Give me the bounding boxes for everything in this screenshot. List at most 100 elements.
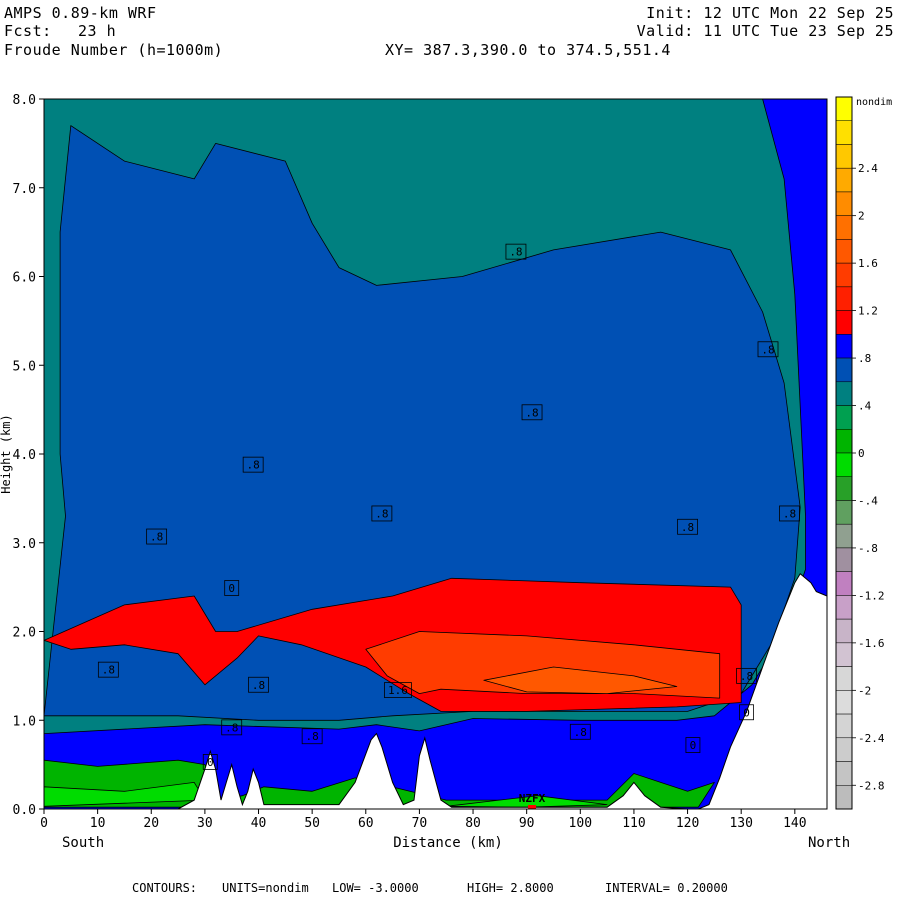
- colorbar-band: [835, 500, 853, 525]
- colorbar-tick-label: -1.6: [858, 637, 885, 650]
- contour-label: 0: [743, 706, 750, 719]
- colorbar-band: [835, 120, 853, 145]
- colorbar-band: [835, 571, 853, 596]
- footer-units: UNITS=nondim: [222, 881, 309, 895]
- x-tick-label: 30: [197, 816, 213, 831]
- contour-label: .8: [783, 507, 796, 520]
- froude-number-cross-section: NZFX.8.8.8.8.8.8.8.8.8.8.8.8.8.81.600000…: [0, 93, 892, 851]
- colorbar-band: [835, 642, 853, 667]
- contour-label: 0: [690, 739, 697, 752]
- station-marker: [528, 805, 537, 809]
- colorbar-tick-label: 2: [858, 210, 865, 223]
- x-tick-label: 50: [304, 816, 320, 831]
- colorbar-tick-label: 1.2: [858, 305, 878, 318]
- colorbar-band: [835, 476, 853, 501]
- station-label: NZFX: [519, 792, 546, 805]
- colorbar-band: [835, 713, 853, 739]
- colorbar-band: [835, 785, 853, 810]
- contour-label: .8: [247, 459, 260, 472]
- y-tick-label: 4.0: [13, 448, 36, 463]
- y-tick-label: 6.0: [13, 271, 36, 286]
- y-tick-label: 2.0: [13, 626, 36, 641]
- colorbar-band: [835, 452, 853, 477]
- x-axis-south-label: South: [62, 835, 104, 851]
- y-axis-title: Height (km): [0, 414, 13, 493]
- footer-low: LOW= -3.0000: [332, 881, 419, 895]
- y-tick-label: 3.0: [13, 537, 36, 552]
- colorbar-band: [835, 618, 853, 644]
- colorbar-tick-label: 2.4: [858, 162, 878, 175]
- colorbar-band: [835, 690, 853, 715]
- colorbar-tick-label: -1.2: [858, 589, 885, 602]
- footer-high: HIGH= 2.8000: [467, 881, 554, 895]
- contour-label: .8: [252, 679, 265, 692]
- contour-label: .8: [375, 507, 388, 520]
- x-tick-label: 20: [143, 816, 159, 831]
- x-tick-label: 120: [676, 816, 699, 831]
- contour-label: .8: [740, 670, 753, 683]
- x-tick-label: 60: [358, 816, 374, 831]
- colorbar-band: [835, 310, 853, 335]
- colorbar-band: [835, 429, 853, 454]
- colorbar-tick-label: -.4: [858, 494, 878, 507]
- x-tick-label: 130: [729, 816, 752, 831]
- x-tick-label: 0: [40, 816, 48, 831]
- x-tick-label: 70: [412, 816, 428, 831]
- colorbar-band: [835, 737, 853, 762]
- colorbar-band: [835, 334, 853, 359]
- contour-label: 1.6: [388, 684, 408, 697]
- colorbar-band: [835, 405, 853, 430]
- colorbar-band: [835, 144, 853, 169]
- footer-interval: INTERVAL= 0.20000: [605, 881, 728, 895]
- contour-label: .8: [150, 531, 163, 544]
- colorbar-band: [835, 96, 853, 121]
- x-tick-label: 90: [519, 816, 535, 831]
- footer-contours-label: CONTOURS:: [132, 881, 198, 895]
- contour-label: 0: [207, 756, 214, 769]
- colorbar-tick-label: -2.4: [858, 732, 885, 745]
- colorbar-tick-label: .4: [858, 400, 872, 413]
- colorbar-band: [835, 191, 853, 216]
- x-tick-label: 110: [622, 816, 645, 831]
- colorbar-band: [835, 761, 853, 786]
- colorbar-band: [835, 286, 853, 311]
- colorbar-tick-label: -.8: [858, 542, 878, 555]
- colorbar-band: [835, 523, 853, 549]
- colorbar-band: [835, 239, 853, 264]
- x-tick-label: 80: [465, 816, 481, 831]
- x-axis-north-label: North: [808, 835, 850, 851]
- colorbar-tick-label: .8: [858, 352, 871, 365]
- y-tick-label: 1.0: [13, 714, 36, 729]
- contour-label: .8: [574, 726, 587, 739]
- colorbar-band: [835, 666, 853, 691]
- x-tick-label: 40: [251, 816, 267, 831]
- contour-label: .8: [761, 343, 774, 356]
- contour-label: 0: [228, 582, 235, 595]
- contour-label: .8: [225, 721, 238, 734]
- colorbar-tick-label: -2.8: [858, 779, 885, 792]
- y-tick-label: 0.0: [13, 803, 36, 818]
- x-tick-label: 140: [783, 816, 806, 831]
- colorbar-band: [835, 215, 853, 240]
- y-tick-label: 8.0: [13, 93, 36, 108]
- colorbar-band: [835, 381, 853, 406]
- colorbar-band: [835, 167, 853, 193]
- colorbar-band: [835, 357, 853, 383]
- colorbar-tick-label: 0: [858, 447, 865, 460]
- contour-label: .8: [681, 521, 694, 534]
- contour-label: .8: [306, 730, 319, 743]
- contour-label: .8: [509, 246, 522, 259]
- x-tick-label: 10: [90, 816, 106, 831]
- colorbar-tick-label: -2: [858, 684, 871, 697]
- x-tick-label: 100: [569, 816, 592, 831]
- contour-label: .8: [525, 406, 538, 419]
- colorbar-band: [835, 547, 853, 572]
- x-axis-title: Distance (km): [393, 835, 503, 851]
- y-tick-label: 7.0: [13, 182, 36, 197]
- colorbar-unit: nondim: [856, 97, 892, 108]
- colorbar-tick-label: 1.6: [858, 257, 878, 270]
- colorbar-band: [835, 262, 853, 288]
- contour-label: .8: [102, 664, 115, 677]
- colorbar-band: [835, 595, 853, 620]
- y-tick-label: 5.0: [13, 359, 36, 374]
